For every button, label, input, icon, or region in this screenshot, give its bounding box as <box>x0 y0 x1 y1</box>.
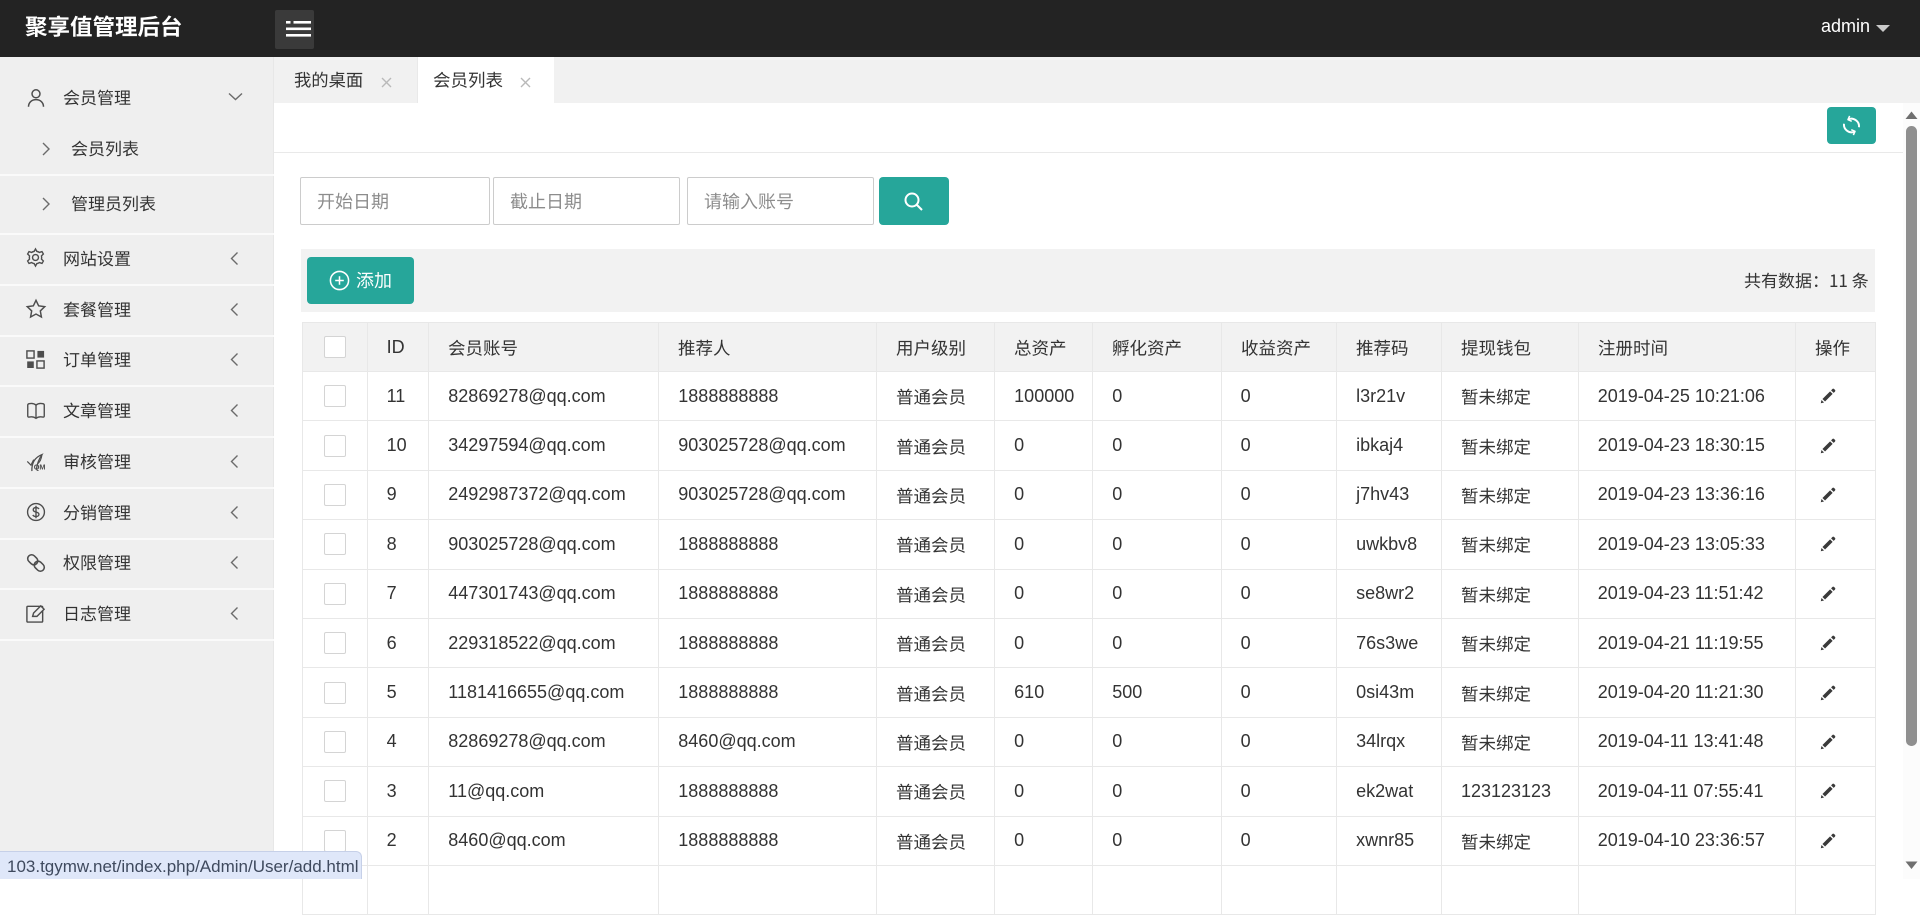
svg-text:QM: QM <box>34 463 46 472</box>
